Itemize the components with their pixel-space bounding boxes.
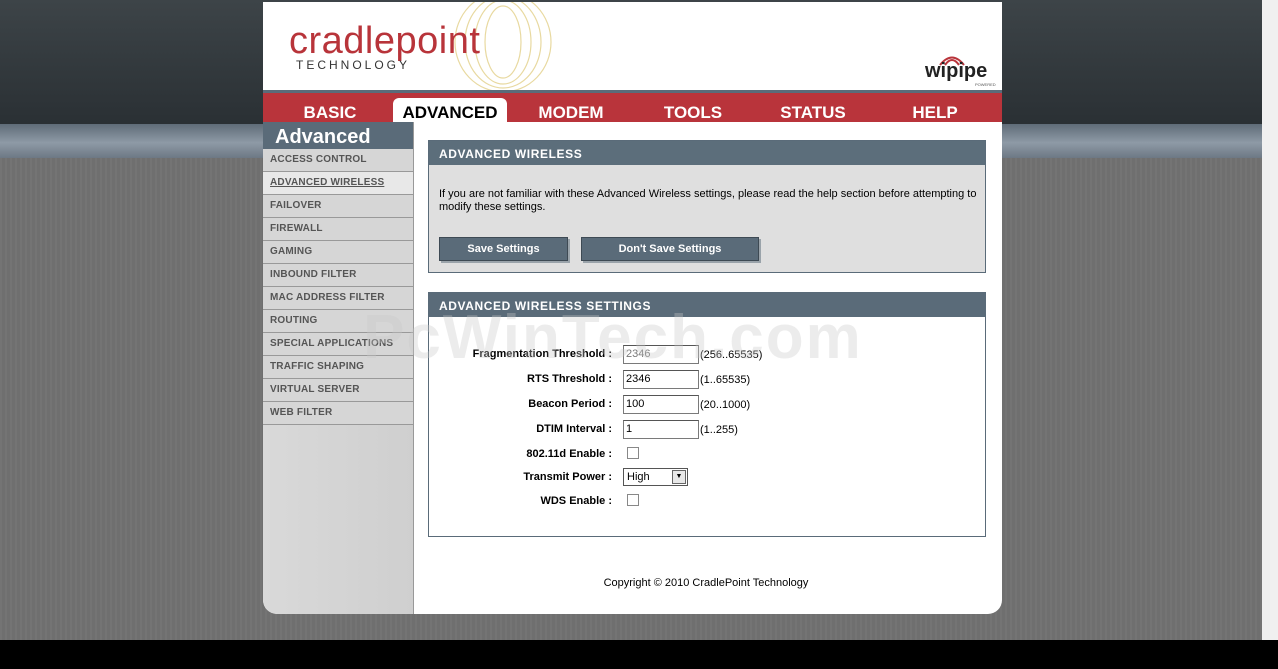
wds-enable-checkbox[interactable] — [627, 494, 639, 506]
beacon-range: (20..1000) — [700, 399, 751, 411]
main-nav: BASIC ADVANCED MODEM TOOLS STATUS HELP — [263, 90, 1002, 125]
rts-range: (1..65535) — [700, 374, 751, 386]
beacon-row: Beacon Period : 100 (20..1000) — [429, 395, 985, 415]
dot11d-row: 802.11d Enable : — [429, 445, 985, 465]
fragmentation-threshold-input[interactable]: 2346 — [623, 345, 699, 364]
transmit-power-select[interactable]: High ▼ — [623, 468, 688, 486]
brand-logo[interactable]: cradlepoint — [289, 20, 480, 63]
advanced-wireless-settings-box: ADVANCED WIRELESS SETTINGS Fragmentation… — [428, 292, 986, 537]
dtim-label: DTIM Interval : — [536, 423, 612, 435]
vertical-scrollbar[interactable] — [1262, 0, 1278, 640]
sidebar-item-special-applications[interactable]: SPECIAL APPLICATIONS — [263, 333, 413, 356]
fragmentation-range: (256..65535) — [700, 349, 763, 361]
intro-text: If you are not familiar with these Advan… — [439, 188, 977, 213]
sidebar-item-virtual-server[interactable]: VIRTUAL SERVER — [263, 379, 413, 402]
sidebar: Advanced ACCESS CONTROL ADVANCED WIRELES… — [263, 122, 414, 614]
beacon-label: Beacon Period : — [528, 398, 612, 410]
transmit-power-label: Transmit Power : — [523, 471, 612, 483]
sidebar-item-advanced-wireless[interactable]: ADVANCED WIRELESS — [263, 172, 413, 195]
fragmentation-row: Fragmentation Threshold : 2346 (256..655… — [429, 345, 985, 365]
beacon-period-input[interactable]: 100 — [623, 395, 699, 414]
copyright-text: Copyright © 2010 CradlePoint Technology — [603, 577, 809, 589]
transmit-power-value: High — [627, 471, 650, 483]
brand-subtitle: TECHNOLOGY — [296, 58, 411, 72]
wds-label: WDS Enable : — [540, 495, 612, 507]
router-admin-page: cradlepoint TECHNOLOGY wipipe POWERED BA… — [263, 2, 1002, 614]
sidebar-item-mac-address-filter[interactable]: MAC ADDRESS FILTER — [263, 287, 413, 310]
settings-box-title: ADVANCED WIRELESS SETTINGS — [429, 293, 985, 317]
transmit-power-row: Transmit Power : High ▼ — [429, 468, 985, 488]
intro-box-title: ADVANCED WIRELESS — [429, 141, 985, 165]
tab-tools[interactable]: TOOLS — [643, 98, 743, 125]
sidebar-item-routing[interactable]: ROUTING — [263, 310, 413, 333]
sidebar-item-web-filter[interactable]: WEB FILTER — [263, 402, 413, 425]
sidebar-item-gaming[interactable]: GAMING — [263, 241, 413, 264]
partner-logo-subtitle: POWERED — [975, 82, 996, 87]
rts-label: RTS Threshold : — [527, 373, 612, 385]
fragmentation-label: Fragmentation Threshold : — [472, 348, 612, 360]
rts-threshold-input[interactable]: 2346 — [623, 370, 699, 389]
sidebar-item-access-control[interactable]: ACCESS CONTROL — [263, 149, 413, 172]
tab-help[interactable]: HELP — [885, 98, 985, 125]
tab-modem[interactable]: MODEM — [521, 98, 621, 125]
partner-logo: wipipe — [925, 60, 988, 82]
dtim-row: DTIM Interval : 1 (1..255) — [429, 420, 985, 440]
dropdown-arrow-icon[interactable]: ▼ — [672, 470, 686, 484]
dot11d-enable-checkbox[interactable] — [627, 447, 639, 459]
save-settings-button[interactable]: Save Settings — [439, 237, 568, 261]
dont-save-settings-button[interactable]: Don't Save Settings — [581, 237, 759, 261]
sidebar-item-failover[interactable]: FAILOVER — [263, 195, 413, 218]
dtim-interval-input[interactable]: 1 — [623, 420, 699, 439]
sidebar-item-inbound-filter[interactable]: INBOUND FILTER — [263, 264, 413, 287]
dtim-range: (1..255) — [700, 424, 738, 436]
rts-row: RTS Threshold : 2346 (1..65535) — [429, 370, 985, 390]
sidebar-item-traffic-shaping[interactable]: TRAFFIC SHAPING — [263, 356, 413, 379]
header: cradlepoint TECHNOLOGY wipipe POWERED — [263, 2, 1002, 93]
tab-advanced[interactable]: ADVANCED — [393, 98, 507, 125]
wds-row: WDS Enable : — [429, 492, 985, 512]
advanced-wireless-intro-box: ADVANCED WIRELESS If you are not familia… — [428, 140, 986, 273]
sidebar-item-firewall[interactable]: FIREWALL — [263, 218, 413, 241]
tab-status[interactable]: STATUS — [763, 98, 863, 125]
tab-basic[interactable]: BASIC — [280, 98, 380, 125]
bottom-bar — [0, 640, 1278, 669]
dot11d-label: 802.11d Enable : — [526, 448, 612, 460]
sidebar-title: Advanced — [263, 122, 413, 149]
